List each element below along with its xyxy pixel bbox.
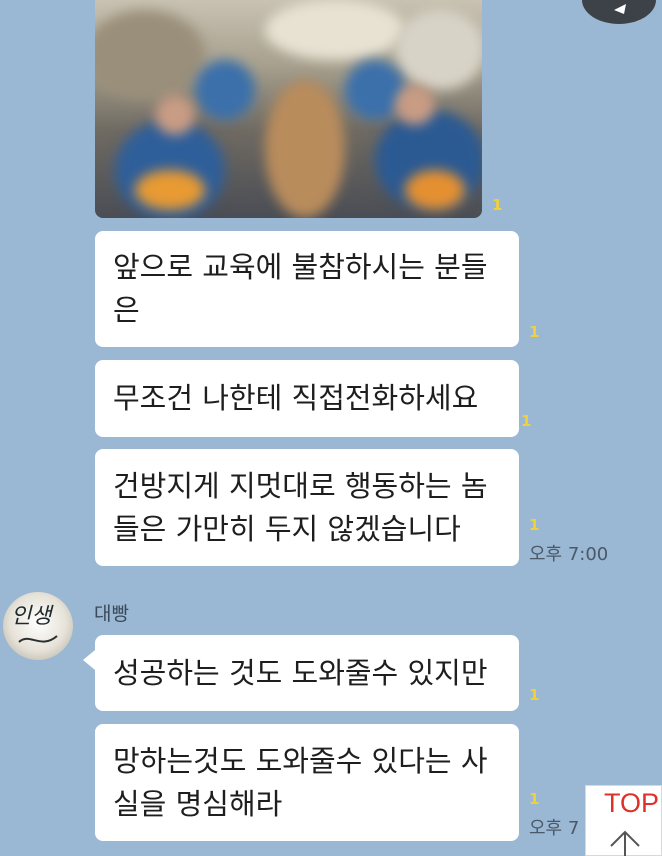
message-bubble[interactable]: 망하는것도 도와줄수 있다는 사 실을 명심해라 [95, 724, 519, 841]
avatar-brush-icon [18, 635, 58, 643]
arrow-up-icon [610, 830, 640, 856]
shared-photo[interactable] [95, 0, 482, 218]
unread-count: 1 [492, 196, 503, 214]
avatar[interactable]: 인생 [3, 592, 73, 660]
share-icon [614, 4, 626, 14]
message-bubble[interactable]: 건방지게 지멋대로 행동하는 놈 들은 가만히 두지 않겠습니다 [95, 449, 519, 566]
unread-count: 1 [529, 516, 540, 534]
scroll-to-top-button[interactable]: TOP [585, 785, 662, 856]
unread-count: 1 [521, 412, 532, 430]
avatar-text: 인생 [11, 604, 52, 629]
share-button[interactable] [582, 0, 656, 24]
bubble-tail [83, 650, 95, 670]
message-bubble[interactable]: 성공하는 것도 도와줄수 있지만 [95, 635, 519, 711]
message-bubble[interactable]: 무조건 나한테 직접전화하세요 [95, 360, 519, 437]
top-label: TOP [604, 788, 660, 818]
unread-count: 1 [529, 323, 540, 341]
sender-name: 대빵 [94, 603, 129, 625]
message-time: 오후 7:00 [529, 544, 609, 565]
message-bubble[interactable]: 앞으로 교육에 불참하시는 분들 은 [95, 231, 519, 347]
unread-count: 1 [529, 790, 540, 808]
message-time: 오후 7 [529, 818, 580, 839]
unread-count: 1 [529, 686, 540, 704]
